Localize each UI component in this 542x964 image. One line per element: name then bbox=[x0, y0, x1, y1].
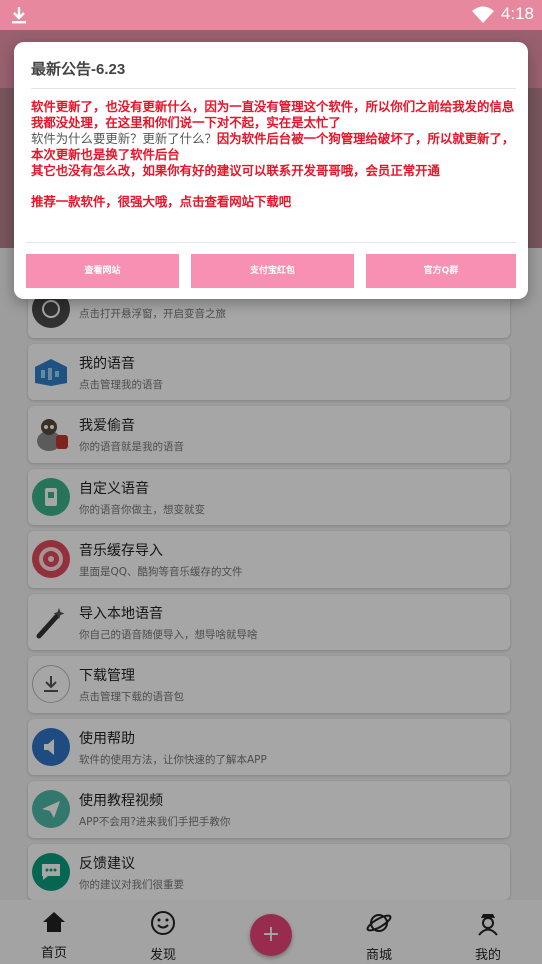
alipay-red-packet-button[interactable]: 支付宝红包 bbox=[191, 254, 354, 288]
announcement-line-3: 其它也没有怎么改，如果你有好的建议可以联系开发哥哥哦，会员正常开通 bbox=[31, 163, 440, 178]
dialog-title: 最新公告-6.23 bbox=[31, 61, 126, 78]
announcement-line-1: 软件更新了，也没有更新什么，因为一直没有管理这个软件，所以你们之前给我发的信息我… bbox=[31, 99, 515, 130]
status-bar: 4:18 bbox=[0, 0, 542, 30]
wifi-icon bbox=[472, 6, 494, 28]
divider bbox=[26, 242, 516, 243]
announcement-recommend: 推荐一款软件，很强大哦，点击查看网站下载吧 bbox=[31, 194, 292, 209]
view-website-button[interactable]: 查看网站 bbox=[26, 254, 179, 288]
announcement-dialog: 最新公告-6.23 软件更新了，也没有更新什么，因为一直没有管理这个软件，所以你… bbox=[14, 42, 528, 299]
dialog-body: 软件更新了，也没有更新什么，因为一直没有管理这个软件，所以你们之前给我发的信息我… bbox=[31, 99, 518, 210]
divider bbox=[31, 88, 516, 89]
clock: 4:18 bbox=[500, 4, 534, 23]
official-qq-group-button[interactable]: 官方Q群 bbox=[366, 254, 516, 288]
download-notification-icon bbox=[10, 5, 28, 29]
announcement-question: 软件为什么要更新？更新了什么？ bbox=[31, 131, 217, 146]
